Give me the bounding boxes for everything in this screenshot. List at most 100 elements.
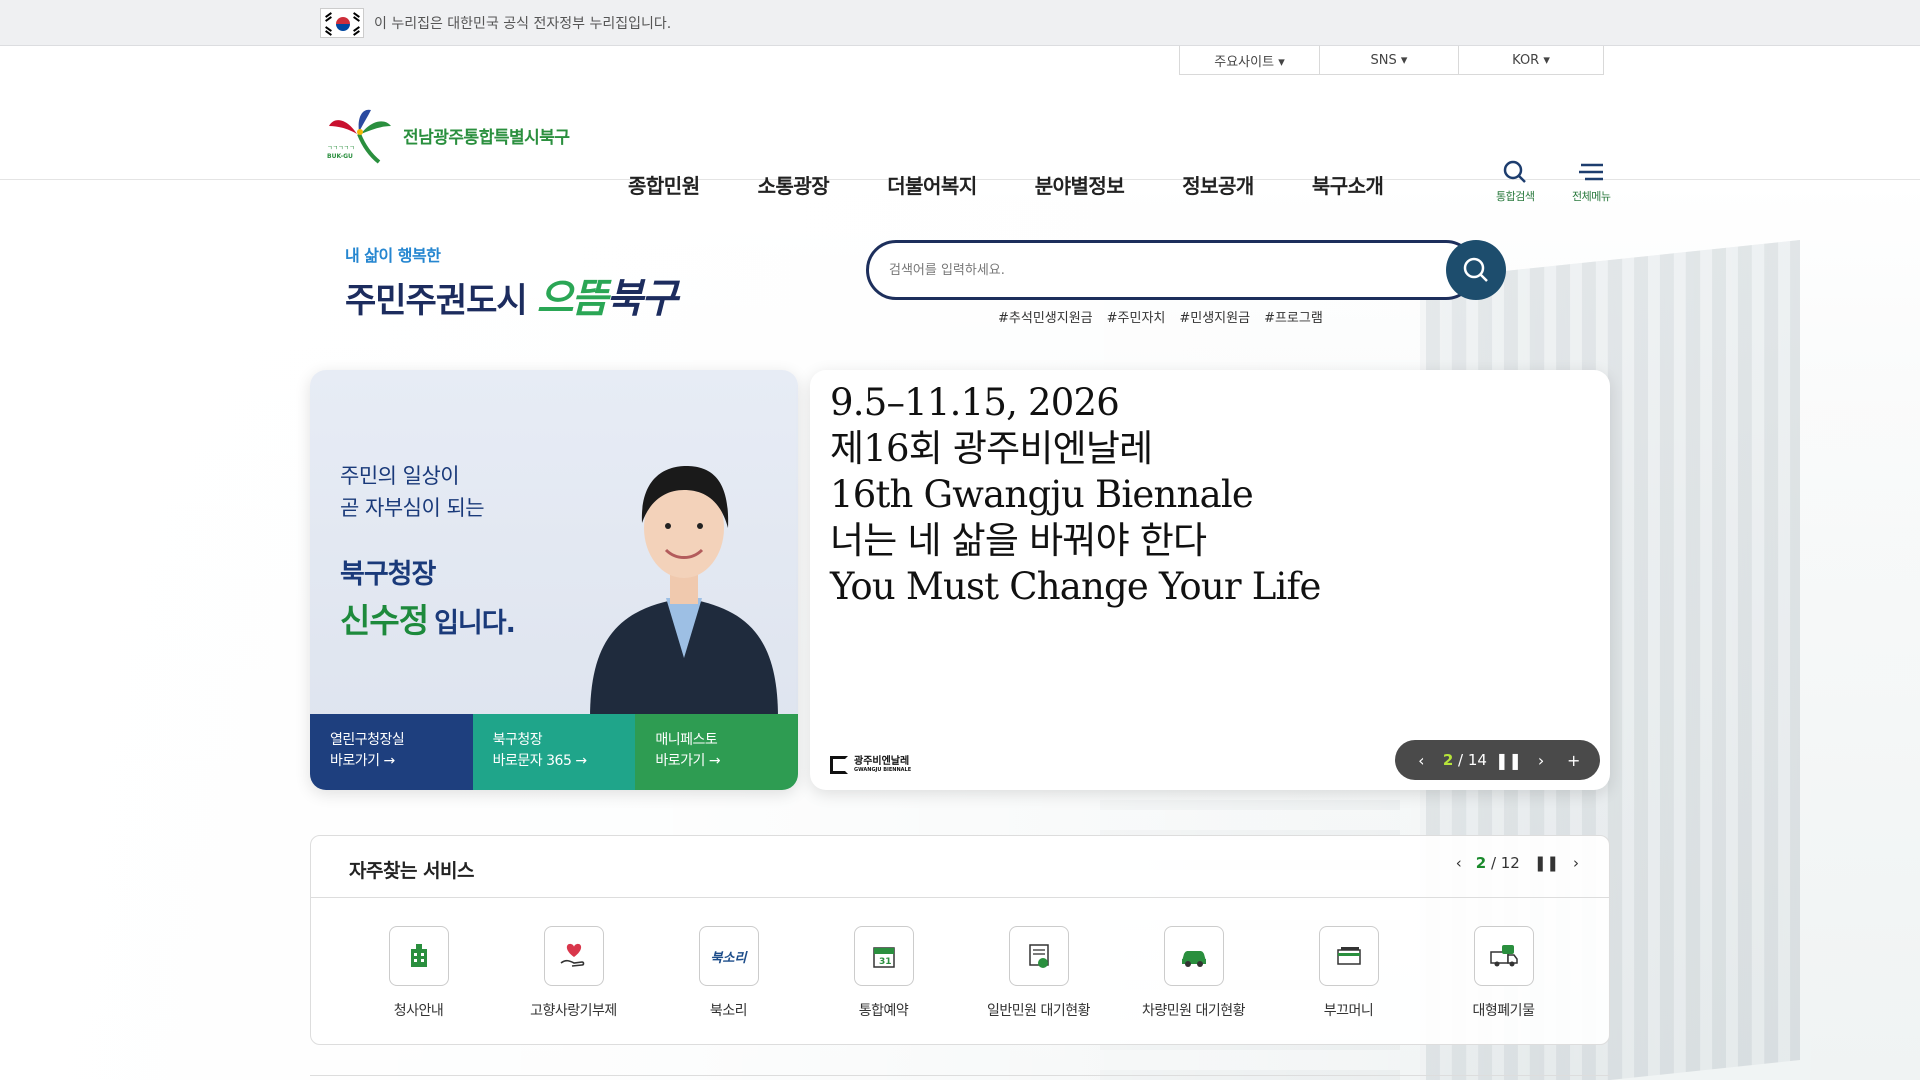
document-icon: [1008, 926, 1069, 986]
search-tool-label: 통합검색: [1496, 190, 1535, 203]
search-icon: [1503, 160, 1527, 183]
search-tag[interactable]: #프로그램: [1264, 307, 1323, 326]
mayor-photo: [570, 418, 798, 718]
quick-link-label: 바로가기 →: [655, 753, 721, 769]
gov-banner-text[interactable]: 이 누리집은 대한민국 공식 전자정부 누리집입니다.: [374, 13, 671, 33]
site-logo[interactable]: ㄱㄱㄱㄱㄱ BUK-GU 전남광주통합특별시북구: [327, 104, 570, 166]
quick-link-open-office[interactable]: 열린구청장실 바로가기 →: [310, 714, 473, 790]
frequent-services: 자주찾는 서비스 ‹ 2 / 12 ❚❚ › 청사안내 고향사랑기부제 북소리 …: [310, 835, 1610, 1045]
integrated-search-button[interactable]: 통합검색: [1496, 160, 1535, 204]
mayor-name: 신수정: [340, 601, 429, 640]
utility-menu: 주요사이트 ▾ SNS ▾ KOR ▾: [1179, 46, 1604, 75]
search-button[interactable]: [1446, 240, 1506, 300]
search-tag[interactable]: #추석민생지원금: [998, 307, 1093, 326]
next-slide-button[interactable]: ›: [1530, 749, 1552, 771]
buksori-icon-text: 북소리: [710, 950, 747, 966]
main-search: [866, 240, 1506, 300]
services-counter: 2 / 12: [1475, 854, 1520, 872]
search-input[interactable]: [866, 240, 1476, 300]
poster-line: 제16회 광주비엔날레: [830, 427, 1153, 470]
search-tags: #추석민생지원금 #주민자치 #민생지원금 #프로그램: [998, 307, 1323, 326]
menu-tool-label: 전체메뉴: [1572, 190, 1611, 203]
service-item-civil-queue[interactable]: 일반민원 대기현황: [961, 926, 1116, 1020]
mayor-name-suffix: 입니다.: [434, 608, 516, 639]
tagline-line1: 주민의 일상이: [340, 464, 460, 488]
utility-language[interactable]: KOR ▾: [1458, 46, 1604, 75]
slide-counter: 2 / 14: [1442, 751, 1487, 769]
nav-communication[interactable]: 소통광장: [758, 170, 830, 199]
poster-line: 9.5–11.15, 2026: [830, 381, 1120, 424]
service-label: 고향사랑기부제: [530, 1003, 617, 1019]
poster-line: 16th Gwangju Biennale: [830, 473, 1254, 516]
service-label: 부끄머니: [1323, 1003, 1374, 1019]
services-title: 자주찾는 서비스: [349, 860, 474, 882]
biennale-logo-sub: GWANGJU BIENNALE: [854, 766, 912, 773]
logo-icon: ㄱㄱㄱㄱㄱ BUK-GU: [327, 104, 395, 166]
prev-slide-button[interactable]: ‹: [1410, 749, 1432, 771]
mayor-title: 북구청장: [340, 559, 436, 590]
gov-banner: 이 누리집은 대한민국 공식 전자정부 누리집입니다.: [0, 0, 1920, 46]
poster-line: 너는 네 삶을 바꿔야 한다: [830, 519, 1207, 562]
banner-slider-controls: ‹ 2 / 14 ❚❚ › +: [1395, 740, 1600, 780]
pause-icon[interactable]: ❚❚: [1495, 749, 1522, 771]
quick-link-label: 열린구청장실: [330, 732, 405, 748]
service-item-reservation[interactable]: 31 통합예약: [806, 926, 961, 1020]
quick-link-label: 매니페스토: [655, 732, 718, 748]
more-plus-icon[interactable]: +: [1563, 749, 1585, 771]
services-controls: ‹ 2 / 12 ❚❚ ›: [1456, 854, 1579, 872]
nav-welfare[interactable]: 더불어복지: [887, 170, 977, 199]
service-item-vehicle-queue[interactable]: 차량민원 대기현황: [1116, 926, 1271, 1020]
services-list: 청사안내 고향사랑기부제 북소리 북소리 31 통합예약 일반민원 대기현황 차…: [311, 898, 1609, 1020]
biennale-logo-icon: [830, 756, 848, 774]
calendar-icon: 31: [853, 926, 914, 986]
quick-link-direct-sms[interactable]: 북구청장 바로문자 365 →: [472, 714, 636, 790]
utility-sns[interactable]: SNS ▾: [1319, 46, 1459, 75]
tagline-line2: 곧 자부심이 되는: [340, 496, 485, 520]
services-prev-button[interactable]: ‹: [1456, 854, 1462, 872]
slide-current: 2: [1442, 751, 1454, 769]
search-tag[interactable]: #주민자치: [1107, 307, 1166, 326]
quick-link-label: 바로문자 365 →: [492, 753, 587, 769]
service-label: 통합예약: [858, 1003, 909, 1019]
service-item-bulky-waste[interactable]: 대형폐기물: [1426, 926, 1581, 1020]
nav-disclosure[interactable]: 정보공개: [1182, 170, 1254, 199]
quick-link-label: 북구청장: [492, 732, 543, 748]
service-label: 대형폐기물: [1472, 1003, 1535, 1019]
svg-text:BUK-GU: BUK-GU: [327, 153, 353, 160]
slogan-accent-green: 으뜸: [536, 276, 609, 322]
nav-civil-affairs[interactable]: 종합민원: [628, 170, 700, 199]
logo-text: 전남광주통합특별시북구: [403, 127, 570, 148]
services-next-button[interactable]: ›: [1573, 854, 1579, 872]
search-tag[interactable]: #민생지원금: [1179, 307, 1250, 326]
car-icon: [1163, 926, 1224, 986]
buksori-icon: 북소리: [698, 926, 759, 986]
mayor-card-tagline: 주민의 일상이 곧 자부심이 되는: [340, 460, 485, 524]
services-current: 2: [1475, 854, 1487, 872]
service-item-building-guide[interactable]: 청사안내: [341, 926, 496, 1020]
quick-link-manifesto[interactable]: 매니페스토 바로가기 →: [635, 714, 798, 790]
service-item-bukku-money[interactable]: 부끄머니: [1271, 926, 1426, 1020]
heart-hand-icon: [543, 926, 604, 986]
truck-icon: [1473, 926, 1534, 986]
banner-slider[interactable]: 9.5–11.15, 2026 제16회 광주비엔날레 16th Gwangju…: [810, 370, 1610, 790]
slogan: 내 삶이 행복한 주민주권도시 으뜸북구: [345, 242, 678, 324]
calendar-icon-text: 31: [879, 957, 892, 967]
slogan-line1: 내 삶이 행복한: [345, 246, 441, 265]
poster-line: You Must Change Your Life: [830, 565, 1321, 608]
service-item-buksori[interactable]: 북소리 북소리: [651, 926, 806, 1020]
all-menu-button[interactable]: 전체메뉴: [1572, 160, 1611, 204]
korean-flag-icon: [320, 8, 364, 38]
nav-field-info[interactable]: 분야별정보: [1035, 170, 1125, 199]
mayor-name-line: 신수정 입니다.: [340, 594, 516, 642]
nav-about[interactable]: 북구소개: [1312, 170, 1384, 199]
service-label: 일반민원 대기현황: [987, 1003, 1091, 1019]
services-pause-icon[interactable]: ❚❚: [1534, 854, 1559, 872]
slogan-line2: 주민주권도시: [345, 281, 528, 321]
services-total: 12: [1500, 854, 1520, 872]
slogan-accent-navy: 북구: [606, 276, 678, 322]
service-label: 차량민원 대기현황: [1142, 1003, 1246, 1019]
main-navigation: 종합민원 소통광장 더불어복지 분야별정보 정보공개 북구소개: [628, 170, 1384, 199]
service-item-hometown-donation[interactable]: 고향사랑기부제: [496, 926, 651, 1020]
hamburger-icon: [1579, 163, 1604, 181]
utility-main-sites[interactable]: 주요사이트 ▾: [1179, 46, 1320, 75]
